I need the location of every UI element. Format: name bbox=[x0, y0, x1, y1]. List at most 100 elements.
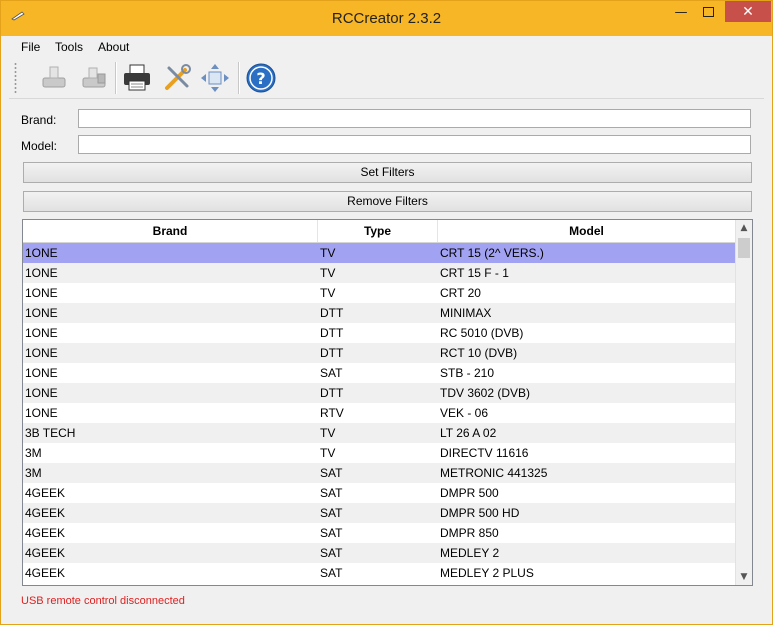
toolbar-separator bbox=[115, 62, 117, 94]
column-header-type[interactable]: Type bbox=[318, 220, 438, 242]
menu-tools[interactable]: Tools bbox=[55, 40, 83, 54]
svg-text:?: ? bbox=[256, 69, 265, 88]
read-remote-button[interactable] bbox=[38, 62, 70, 94]
cell-brand: 4GEEK bbox=[25, 526, 66, 540]
scrollbar-thumb[interactable] bbox=[738, 238, 750, 258]
cell-type: SAT bbox=[320, 366, 343, 380]
cell-brand: 1ONE bbox=[25, 266, 58, 280]
table-row[interactable]: 1ONE DTT TDV 3602 (DVB) bbox=[23, 383, 736, 403]
cell-type: SAT bbox=[320, 466, 343, 480]
cell-model: CRT 20 bbox=[440, 286, 481, 300]
brand-label: Brand: bbox=[21, 113, 57, 127]
remote-table: Brand Type Model 1ONE TV CRT 15 (2^ VERS.)… bbox=[22, 219, 753, 586]
brand-input[interactable] bbox=[78, 109, 751, 128]
cell-type: SAT bbox=[320, 486, 343, 500]
cell-type: DTT bbox=[320, 306, 344, 320]
cell-type: DTT bbox=[320, 346, 344, 360]
cell-brand: 1ONE bbox=[25, 286, 58, 300]
help-button[interactable]: ? bbox=[245, 62, 277, 94]
table-body: 1ONE TV CRT 15 (2^ VERS.) 1ONE TV CRT 15 F - … bbox=[23, 243, 736, 583]
vertical-scrollbar[interactable]: ▲ ▼ bbox=[735, 220, 752, 585]
cell-brand: 1ONE bbox=[25, 306, 58, 320]
table-row[interactable]: 1ONE RTV VEK - 06 bbox=[23, 403, 736, 423]
cell-model: RCT 10 (DVB) bbox=[440, 346, 518, 360]
move-arrows-icon bbox=[201, 64, 229, 92]
table-row[interactable]: 1ONE DTT RC 5010 (DVB) bbox=[23, 323, 736, 343]
toolbar: ? bbox=[9, 58, 764, 99]
cell-model: DMPR 500 bbox=[440, 486, 499, 500]
cell-type: SAT bbox=[320, 546, 343, 560]
scroll-up-icon[interactable]: ▲ bbox=[736, 220, 752, 236]
cell-model: DMPR 500 HD bbox=[440, 506, 520, 520]
cell-brand: 3M bbox=[25, 446, 42, 460]
cell-model: DMPR 850 bbox=[440, 526, 499, 540]
maximize-button[interactable] bbox=[695, 1, 721, 23]
settings-tools-icon bbox=[165, 64, 191, 90]
cell-brand: 1ONE bbox=[25, 386, 58, 400]
table-row[interactable]: 1ONE TV CRT 20 bbox=[23, 283, 736, 303]
cell-brand: 1ONE bbox=[25, 406, 58, 420]
cell-model: MEDLEY 2 bbox=[440, 546, 500, 560]
cell-model: MINIMAX bbox=[440, 306, 492, 320]
title-bar[interactable]: RCCreator 2.3.2 — ✕ bbox=[1, 1, 772, 36]
write-remote-button[interactable] bbox=[78, 62, 110, 94]
model-input[interactable] bbox=[78, 135, 751, 154]
table-row[interactable]: 1ONE TV CRT 15 (2^ VERS.) bbox=[23, 243, 736, 263]
table-row[interactable]: 4GEEK SAT DMPR 500 bbox=[23, 483, 736, 503]
model-label: Model: bbox=[21, 139, 58, 153]
minimize-icon: — bbox=[674, 4, 688, 20]
toolbar-grip[interactable] bbox=[14, 62, 17, 94]
remove-filters-button[interactable]: Remove Filters bbox=[23, 191, 752, 212]
table-row[interactable]: 4GEEK SAT MEDLEY 2 PLUS bbox=[23, 563, 736, 583]
cell-brand: 3B TECH bbox=[25, 426, 76, 440]
cell-model: METRONIC 441325 bbox=[440, 466, 548, 480]
help-icon: ? bbox=[246, 63, 276, 93]
cell-brand: 4GEEK bbox=[25, 566, 66, 580]
cell-model: LT 26 A 02 bbox=[440, 426, 497, 440]
cell-brand: 4GEEK bbox=[25, 546, 66, 560]
status-text: USB remote control disconnected bbox=[21, 595, 185, 607]
menu-file[interactable]: File bbox=[21, 40, 40, 54]
cell-brand: 1ONE bbox=[25, 246, 58, 260]
table-row[interactable]: 4GEEK SAT DMPR 850 bbox=[23, 523, 736, 543]
scroll-down-icon[interactable]: ▼ bbox=[736, 569, 752, 585]
table-row[interactable]: 4GEEK SAT MEDLEY 2 bbox=[23, 543, 736, 563]
cell-type: TV bbox=[320, 266, 336, 280]
table-row[interactable]: 3B TECH TV LT 26 A 02 bbox=[23, 423, 736, 443]
cell-model: DIRECTV 11616 bbox=[440, 446, 529, 460]
close-icon: ✕ bbox=[742, 3, 754, 20]
cell-type: TV bbox=[320, 446, 336, 460]
column-header-brand[interactable]: Brand bbox=[23, 220, 318, 242]
menu-about[interactable]: About bbox=[98, 40, 129, 54]
cell-model: STB - 210 bbox=[440, 366, 495, 380]
close-button[interactable]: ✕ bbox=[725, 1, 771, 22]
table-row[interactable]: 1ONE DTT RCT 10 (DVB) bbox=[23, 343, 736, 363]
toolbar-separator bbox=[238, 62, 240, 94]
table-row[interactable]: 3M SAT METRONIC 441325 bbox=[23, 463, 736, 483]
table-row[interactable]: 1ONE DTT MINIMAX bbox=[23, 303, 736, 323]
cell-model: TDV 3602 (DVB) bbox=[440, 386, 531, 400]
table-row[interactable]: 4GEEK SAT DMPR 500 HD bbox=[23, 503, 736, 523]
cell-type: DTT bbox=[320, 386, 344, 400]
cell-brand: 1ONE bbox=[25, 346, 58, 360]
read-remote-icon bbox=[42, 66, 66, 88]
move-button[interactable] bbox=[199, 62, 231, 94]
cell-type: RTV bbox=[320, 406, 344, 420]
cell-brand: 4GEEK bbox=[25, 506, 66, 520]
printer-icon bbox=[124, 64, 150, 91]
print-button[interactable] bbox=[121, 62, 153, 94]
cell-model: MEDLEY 2 PLUS bbox=[440, 566, 534, 580]
cell-type: SAT bbox=[320, 566, 343, 580]
cell-type: TV bbox=[320, 286, 336, 300]
menu-bar: File Tools About bbox=[9, 37, 764, 57]
column-header-model[interactable]: Model bbox=[438, 220, 736, 242]
maximize-icon bbox=[702, 7, 714, 17]
table-row[interactable]: 3M TV DIRECTV 11616 bbox=[23, 443, 736, 463]
settings-button[interactable] bbox=[161, 62, 193, 94]
minimize-button[interactable]: — bbox=[668, 1, 694, 23]
cell-model: CRT 15 (2^ VERS.) bbox=[440, 246, 544, 260]
table-row[interactable]: 1ONE SAT STB - 210 bbox=[23, 363, 736, 383]
main-content: Brand: Model: Set Filters Remove Filters… bbox=[9, 99, 764, 613]
table-row[interactable]: 1ONE TV CRT 15 F - 1 bbox=[23, 263, 736, 283]
set-filters-button[interactable]: Set Filters bbox=[23, 162, 752, 183]
